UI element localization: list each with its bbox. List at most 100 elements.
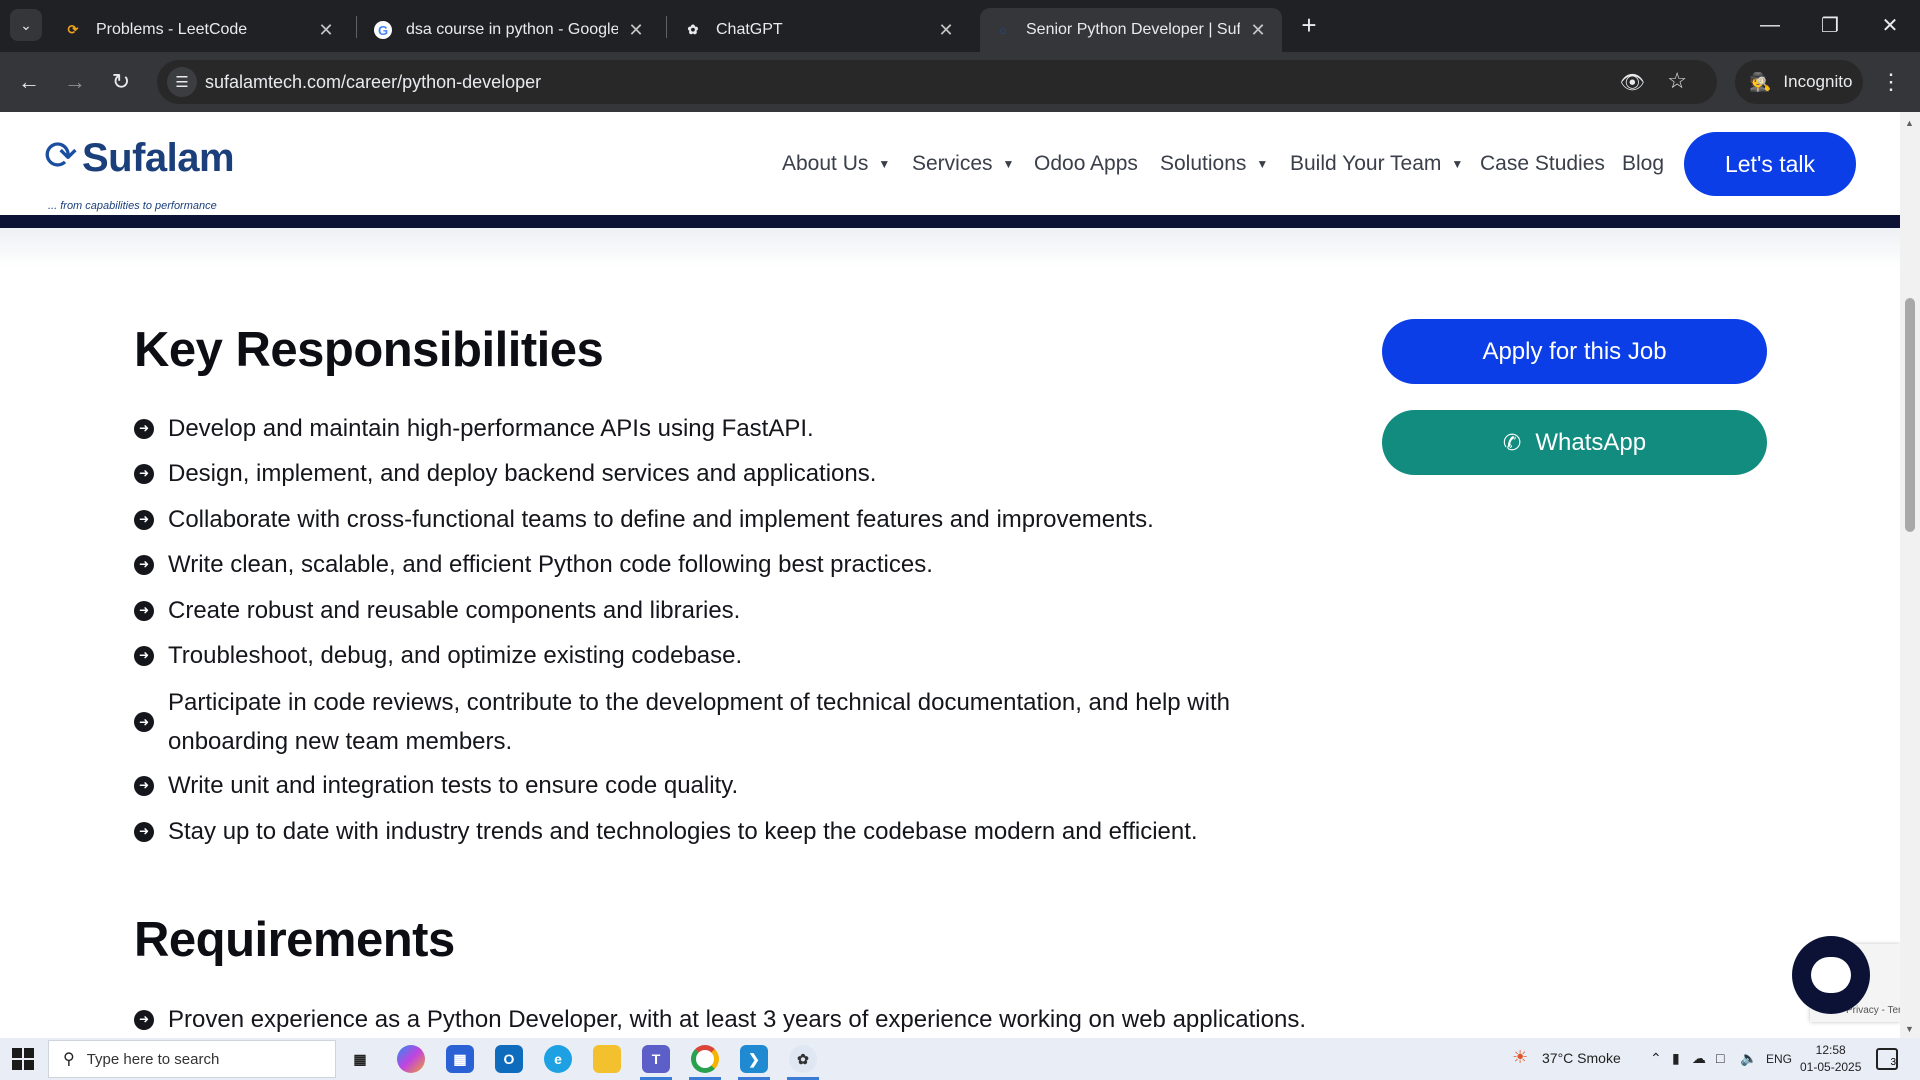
caret-down-icon: ▼ — [1002, 157, 1015, 171]
chrome-icon[interactable] — [691, 1045, 719, 1073]
taskbar-search-input[interactable]: ⚲ Type here to search — [48, 1040, 336, 1078]
edge-icon[interactable]: e — [544, 1045, 572, 1073]
minimize-icon[interactable]: — — [1740, 0, 1800, 50]
incognito-icon: 🕵 — [1749, 71, 1772, 92]
site-info-icon[interactable]: ☰ — [167, 67, 197, 97]
windows-start-icon[interactable] — [12, 1048, 34, 1070]
section-shadow — [0, 228, 1900, 268]
tab-title: dsa course in python - Google Search — [406, 21, 618, 38]
browser-toolbar: ← → ↻ ☰ sufalamtech.com/career/python-de… — [0, 52, 1920, 112]
browser-tab-chatgpt[interactable]: ✿ ChatGPT ✕ — [670, 8, 970, 52]
requirements-heading: Requirements — [134, 913, 455, 967]
nav-label: Solutions — [1160, 152, 1247, 175]
volume-icon[interactable]: 🔈 — [1740, 1050, 1757, 1067]
window-close-icon[interactable]: ✕ — [1860, 0, 1920, 50]
notification-count: 3 — [1890, 1057, 1896, 1068]
taskbar-clock[interactable]: 12:58 01-05-2025 — [1800, 1042, 1861, 1076]
outlook-icon[interactable]: O — [495, 1045, 523, 1073]
list-item: ➜ Write unit and integration tests to en… — [134, 766, 1334, 805]
incognito-badge[interactable]: 🕵 Incognito — [1735, 60, 1863, 104]
browser-tab-sufalam[interactable]: ○ Senior Python Developer | Sufalam ✕ — [980, 8, 1282, 52]
arrow-circle-icon: ➜ — [134, 645, 154, 666]
browser-menu-icon[interactable]: ⋮ — [1876, 65, 1906, 99]
tab-close-icon[interactable]: ✕ — [1248, 20, 1268, 41]
tab-close-icon[interactable]: ✕ — [936, 20, 956, 41]
teams-icon[interactable]: T — [642, 1045, 670, 1073]
nav-blog[interactable]: Blog — [1622, 152, 1664, 176]
weather-text[interactable]: 37°C Smoke — [1542, 1050, 1621, 1066]
tab-close-icon[interactable]: ✕ — [626, 20, 646, 41]
url-text[interactable]: sufalamtech.com/career/python-developer — [205, 72, 541, 93]
weather-icon[interactable]: ☀ — [1512, 1047, 1528, 1068]
sufalam-logo[interactable]: ⟳ Sufalam ... from capabilities to perfo… — [44, 134, 244, 212]
nav-services[interactable]: Services ▼ — [912, 152, 1014, 176]
browser-tab-google[interactable]: G dsa course in python - Google Search ✕ — [360, 8, 660, 52]
scroll-down-arrow-icon[interactable]: ▼ — [1905, 1024, 1914, 1034]
arrow-circle-icon: ➜ — [134, 509, 154, 530]
page-scrollbar[interactable]: ▲ ▼ — [1900, 112, 1920, 1038]
tab-title: ChatGPT — [716, 21, 783, 38]
task-view-icon[interactable]: ▦ — [346, 1045, 374, 1073]
chat-widget-button[interactable] — [1792, 936, 1870, 1014]
google-icon: G — [374, 21, 392, 39]
copilot-icon[interactable] — [397, 1045, 425, 1073]
address-bar[interactable]: ☰ sufalamtech.com/career/python-develope… — [157, 60, 1717, 104]
nav-label: Build Your Team — [1290, 152, 1442, 175]
clock-date: 01-05-2025 — [1800, 1060, 1862, 1074]
arrow-circle-icon: ➜ — [134, 1009, 154, 1030]
arrow-circle-icon: ➜ — [134, 821, 154, 842]
back-arrow-icon[interactable]: ← — [12, 65, 46, 99]
battery-icon[interactable]: ▮ — [1672, 1050, 1680, 1067]
new-tab-plus-icon[interactable]: + — [1294, 10, 1324, 40]
nav-label: Blog — [1622, 152, 1665, 175]
tab-separator — [666, 16, 667, 38]
tracking-protection-eye-icon[interactable]: 👁 — [1620, 70, 1645, 95]
reload-icon[interactable]: ↻ — [104, 65, 138, 99]
browser-tab-leetcode[interactable]: ⟳ Problems - LeetCode ✕ — [50, 8, 350, 52]
forward-arrow-icon[interactable]: → — [58, 65, 92, 99]
scrollbar-thumb[interactable] — [1905, 298, 1915, 532]
list-item-text: Write clean, scalable, and efficient Pyt… — [168, 551, 933, 578]
cloud-sync-icon[interactable]: ☁ — [1692, 1050, 1706, 1067]
lets-talk-button[interactable]: Let's talk — [1684, 132, 1856, 196]
microsoft-store-icon[interactable]: ▦ — [446, 1045, 474, 1073]
chatgpt-app-icon[interactable]: ✿ — [789, 1045, 817, 1073]
chatgpt-icon: ✿ — [687, 22, 699, 37]
apply-for-job-button[interactable]: Apply for this Job — [1382, 319, 1767, 384]
vscode-icon[interactable]: ❯ — [740, 1045, 768, 1073]
network-icon[interactable]: □ — [1716, 1050, 1724, 1066]
nav-build-your-team[interactable]: Build Your Team ▼ — [1290, 152, 1463, 176]
list-item: ➜ Proven experience as a Python Develope… — [134, 1000, 1334, 1039]
nav-solutions[interactable]: Solutions ▼ — [1160, 152, 1268, 176]
scroll-up-arrow-icon[interactable]: ▲ — [1905, 118, 1914, 128]
list-item-text: Stay up to date with industry trends and… — [168, 818, 1198, 845]
nav-label: Odoo Apps — [1034, 152, 1138, 175]
list-item-text: Troubleshoot, debug, and optimize existi… — [168, 642, 743, 669]
list-item-text: Write unit and integration tests to ensu… — [168, 772, 739, 799]
file-explorer-icon[interactable] — [593, 1045, 621, 1073]
key-responsibilities-heading: Key Responsibilities — [134, 323, 604, 377]
list-item-text: Proven experience as a Python Developer,… — [168, 1006, 1306, 1033]
logo-wordmark: Sufalam — [82, 136, 235, 180]
whatsapp-button[interactable]: ✆ WhatsApp — [1382, 410, 1767, 475]
tab-close-icon[interactable]: ✕ — [316, 20, 336, 41]
list-item: ➜ Develop and maintain high-performance … — [134, 409, 1334, 448]
arrow-circle-icon: ➜ — [134, 554, 154, 575]
windows-taskbar: ⚲ Type here to search ▦ ▦ O e T ❯ ✿ ☀ 37… — [0, 1038, 1920, 1080]
notification-center-icon[interactable]: 3 — [1876, 1048, 1898, 1070]
caret-down-icon: ▼ — [1256, 157, 1269, 171]
nav-case-studies[interactable]: Case Studies — [1480, 152, 1605, 176]
list-item: ➜ Collaborate with cross-functional team… — [134, 500, 1334, 539]
caret-down-icon: ▼ — [878, 157, 891, 171]
list-item-text: Create robust and reusable components an… — [168, 597, 741, 624]
tray-chevron-up-icon[interactable]: ⌃ — [1650, 1050, 1662, 1067]
tab-search-chevron-icon[interactable]: ⌄ — [10, 9, 42, 41]
nav-label: Case Studies — [1480, 152, 1605, 175]
list-item: ➜ Troubleshoot, debug, and optimize exis… — [134, 636, 1334, 675]
nav-odoo-apps[interactable]: Odoo Apps — [1034, 152, 1138, 176]
restore-icon[interactable]: ❐ — [1800, 0, 1860, 50]
whatsapp-icon: ✆ — [1502, 429, 1522, 455]
bookmark-star-icon[interactable]: ☆ — [1667, 68, 1687, 94]
language-indicator[interactable]: ENG — [1766, 1052, 1792, 1066]
nav-about-us[interactable]: About Us ▼ — [782, 152, 890, 176]
